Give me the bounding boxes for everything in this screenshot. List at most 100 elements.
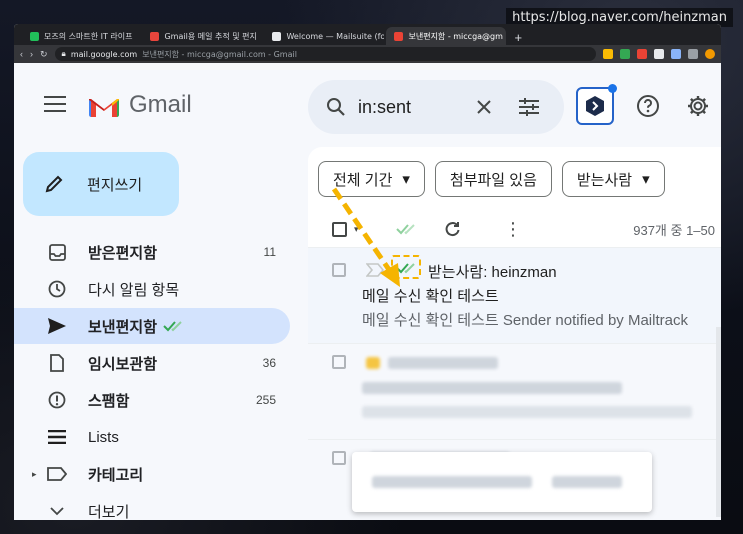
label-icon [46, 467, 68, 481]
more-options-icon[interactable]: ⋮ [504, 220, 522, 238]
sidebar-item-label: 스팸함 [88, 392, 130, 410]
email-snippet: 메일 수신 확인 테스트 Sender notified by Mailtrac… [362, 312, 688, 329]
caret-down-icon: ▾ [642, 171, 650, 188]
extension-icon[interactable] [620, 49, 630, 59]
main-menu-button[interactable] [44, 96, 66, 112]
address-toolbar: ‹ › ↻ 🔒︎ mail.google.com 보낸편지함 - miccga@… [14, 45, 721, 63]
tab-title: 보낸편지함 - miccga@gm [408, 31, 503, 41]
send-icon [46, 318, 68, 334]
blurred-content [372, 476, 532, 488]
settings-button[interactable] [680, 88, 716, 124]
sidebar-item-snoozed[interactable]: 다시 알림 항목 [14, 271, 290, 307]
gmail-header: Gmail in:sent [14, 63, 721, 141]
sidebar-item-sent[interactable]: 보낸편지함 [14, 308, 290, 344]
draft-count: 36 [262, 356, 276, 370]
extension-icon[interactable] [671, 49, 681, 59]
help-icon [637, 95, 659, 117]
sidebar-item-categories[interactable]: ▸ 카테고리 [14, 456, 290, 492]
gmail-favicon-icon [394, 31, 404, 41]
search-bar[interactable]: in:sent [308, 80, 564, 134]
hover-card [352, 452, 652, 512]
email-row-blurred[interactable] [308, 343, 721, 439]
sidebar-item-drafts[interactable]: 임시보관함 36 [14, 345, 290, 381]
chevron-down-icon [46, 506, 68, 516]
search-options-icon[interactable] [518, 97, 540, 117]
extension-icon[interactable] [654, 49, 664, 59]
blurred-content [552, 476, 622, 488]
email-recipient: 받는사람: heinzman [428, 264, 557, 281]
gmail-wordmark: Gmail [129, 91, 192, 118]
gmail-logo[interactable]: Gmail [89, 91, 192, 119]
forward-icon[interactable]: › [30, 49, 33, 59]
sidebar-item-label: 카테고리 [88, 466, 144, 484]
chip-label: 첨부파일 있음 [449, 171, 537, 189]
inbox-icon [46, 243, 68, 261]
row-checkbox[interactable] [332, 355, 346, 369]
extension-icon[interactable] [603, 49, 613, 59]
extension-icon[interactable] [637, 49, 647, 59]
pagination-label: 937개 중 1–50 [633, 223, 715, 238]
url-host: mail.google.com [70, 49, 138, 59]
compose-button[interactable]: 편지쓰기 [23, 152, 179, 216]
draft-icon [46, 354, 68, 372]
reload-icon[interactable]: ↻ [40, 49, 48, 60]
sidebar-item-spam[interactable]: 스팸함 255 [14, 382, 290, 418]
lists-icon [46, 430, 68, 444]
notification-dot [608, 84, 617, 93]
mailtrack-double-check-icon [163, 321, 182, 332]
sidebar-nav: 받은편지함 11 다시 알림 항목 보낸편지함 임시보관함 36 스팸함 255… [14, 234, 290, 520]
browser-tab-active[interactable]: 보낸편지함 - miccga@gm [386, 27, 507, 45]
annotation-arrow [331, 187, 400, 287]
clear-search-icon[interactable] [476, 99, 492, 115]
url-page-title: 보낸편지함 - miccga@gmail.com - Gmail [142, 49, 297, 59]
new-tab-button[interactable]: + [508, 30, 528, 45]
tab-title: 모즈의 스마트한 IT 라이프 [44, 31, 133, 41]
sidebar-item-label: 다시 알림 항목 [88, 281, 180, 299]
tab-favicon-icon [30, 31, 39, 41]
spam-icon [46, 391, 68, 409]
browser-tab-2[interactable]: Gmail용 메일 추적 및 편지 [142, 27, 262, 45]
help-button[interactable] [630, 88, 666, 124]
scrollbar[interactable] [716, 327, 721, 517]
search-input[interactable]: in:sent [358, 97, 411, 118]
refresh-icon[interactable] [444, 221, 460, 237]
sidebar-item-label: 보낸편지함 [88, 318, 158, 336]
blurred-content [362, 382, 622, 394]
browser-tab-1[interactable]: 모즈의 스마트한 IT 라이프 [22, 27, 140, 45]
sidebar-item-label: 받은편지함 [88, 244, 158, 262]
sidebar-item-more[interactable]: 더보기 [14, 493, 290, 520]
clock-icon [46, 280, 68, 298]
mailtrack-icon [586, 96, 604, 116]
url-field[interactable]: 🔒︎ mail.google.com 보낸편지함 - miccga@gmail.… [54, 47, 596, 61]
gmail-m-icon [89, 98, 119, 117]
spam-count: 255 [255, 393, 276, 407]
email-row-blurred[interactable] [308, 439, 721, 520]
row-checkbox[interactable] [332, 451, 346, 465]
browser-tab-3[interactable]: Welcome — Mailsuite (fo [264, 27, 384, 45]
profile-avatar[interactable] [705, 49, 715, 59]
sidebar-item-lists[interactable]: Lists [14, 419, 290, 455]
pencil-icon [45, 175, 63, 193]
mailtrack-extension-button[interactable] [576, 84, 617, 125]
back-icon[interactable]: ‹ [20, 49, 23, 59]
tab-bar: 모즈의 스마트한 IT 라이프 Gmail용 메일 추적 및 편지 Welcom… [14, 24, 721, 45]
extension-icons [603, 49, 715, 59]
sidebar-item-label: 더보기 [88, 503, 130, 521]
sidebar-item-label: Lists [88, 428, 119, 446]
filter-chip-recipient[interactable]: 받는사람 ▾ [561, 161, 665, 197]
sidebar-item-inbox[interactable]: 받은편지함 11 [14, 234, 290, 270]
chip-label: 받는사람 [576, 171, 633, 189]
extension-icon[interactable] [688, 49, 698, 59]
sidebar-item-label: 임시보관함 [88, 355, 158, 373]
tab-title: Gmail용 메일 추적 및 편지 [164, 31, 257, 41]
lock-icon: 🔒︎ [61, 49, 66, 58]
expand-caret-icon[interactable]: ▸ [32, 469, 37, 480]
gear-icon [688, 96, 708, 116]
browser-window: 모즈의 스마트한 IT 라이프 Gmail용 메일 추적 및 편지 Welcom… [14, 24, 721, 520]
unread-count: 11 [263, 245, 276, 259]
compose-label: 편지쓰기 [87, 176, 143, 194]
filter-chip-attachment[interactable]: 첨부파일 있음 [434, 161, 552, 197]
blurred-content [388, 357, 498, 369]
search-icon[interactable] [326, 97, 346, 117]
gmail-app: Gmail in:sent 편지쓰기 받은편지함 11 다시 알림 항목 보낸편… [14, 63, 721, 520]
